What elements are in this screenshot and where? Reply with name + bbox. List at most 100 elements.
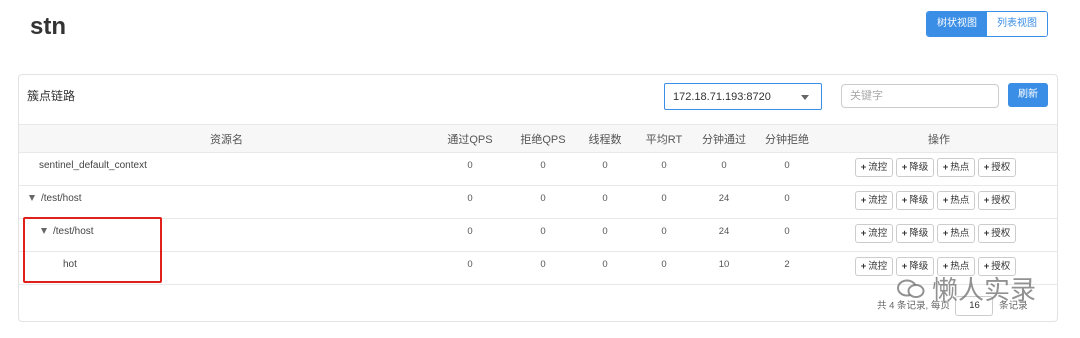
plus-icon: + — [942, 162, 949, 173]
pager-prefix: 共 4 条记录, 每页 — [877, 300, 950, 312]
pagination: 共 4 条记录, 每页 16 条记录 — [877, 296, 1028, 316]
table-row: /test/host 0 0 0 0 24 0 + 流控 + 降级 + 热点 + 授权 — [19, 185, 1057, 219]
flow-rule-button[interactable]: + 流控 — [855, 257, 893, 276]
hotspot-rule-button[interactable]: + 热点 — [937, 224, 975, 243]
list-view-button[interactable]: 列表视图 — [987, 12, 1047, 36]
plus-icon: + — [983, 195, 990, 206]
authority-label: 授权 — [991, 261, 1011, 272]
view-toggle: 树状视图 列表视图 — [926, 11, 1048, 37]
header-pass-qps: 通过QPS — [447, 134, 493, 146]
refresh-button[interactable]: 刷新 — [1008, 83, 1048, 107]
hotspot-rule-button[interactable]: + 热点 — [937, 158, 975, 177]
app-title: stn — [30, 13, 66, 40]
avg-rt: 0 — [661, 226, 667, 237]
flow-label: 流控 — [868, 261, 888, 272]
flow-rule-button[interactable]: + 流控 — [855, 191, 893, 210]
plus-icon: + — [942, 228, 949, 239]
machine-select[interactable]: 172.18.71.193:8720 — [664, 83, 822, 110]
row-actions: + 流控 + 降级 + 热点 + 授权 — [855, 158, 1016, 177]
row-actions: + 流控 + 降级 + 热点 + 授权 — [855, 191, 1016, 210]
avg-rt: 0 — [661, 160, 667, 171]
resource-name-wrap[interactable]: /test/host — [29, 193, 82, 204]
plus-icon: + — [901, 162, 908, 173]
pass-qps: 0 — [467, 259, 473, 270]
plus-icon: + — [942, 261, 949, 272]
plus-icon: + — [860, 195, 867, 206]
degrade-rule-button[interactable]: + 降级 — [896, 257, 934, 276]
authority-rule-button[interactable]: + 授权 — [978, 191, 1016, 210]
degrade-label: 降级 — [909, 228, 929, 239]
hotspot-label: 热点 — [950, 228, 970, 239]
row-actions: + 流控 + 降级 + 热点 + 授权 — [855, 257, 1016, 276]
avg-rt: 0 — [661, 259, 667, 270]
minute-block: 2 — [784, 259, 790, 270]
block-qps: 0 — [540, 160, 546, 171]
minute-pass: 10 — [718, 259, 730, 270]
minute-block: 0 — [784, 193, 790, 204]
caret-down-icon[interactable] — [29, 195, 35, 202]
threads: 0 — [602, 193, 608, 204]
block-qps: 0 — [540, 193, 546, 204]
authority-rule-button[interactable]: + 授权 — [978, 158, 1016, 177]
plus-icon: + — [901, 228, 908, 239]
plus-icon: + — [942, 195, 949, 206]
hotspot-rule-button[interactable]: + 热点 — [937, 257, 975, 276]
degrade-label: 降级 — [909, 261, 929, 272]
plus-icon: + — [860, 228, 867, 239]
header-minute-block: 分钟拒绝 — [765, 134, 809, 146]
plus-icon: + — [860, 261, 867, 272]
authority-label: 授权 — [991, 228, 1011, 239]
flow-label: 流控 — [868, 228, 888, 239]
tree-view-button[interactable]: 树状视图 — [927, 12, 987, 36]
pass-qps: 0 — [467, 160, 473, 171]
plus-icon: + — [901, 195, 908, 206]
minute-pass: 24 — [718, 226, 730, 237]
hotspot-label: 热点 — [950, 162, 970, 173]
search-input[interactable] — [841, 84, 999, 108]
authority-label: 授权 — [991, 162, 1011, 173]
avg-rt: 0 — [661, 193, 667, 204]
panel-title: 簇点链路 — [27, 89, 76, 103]
degrade-rule-button[interactable]: + 降级 — [896, 158, 934, 177]
degrade-rule-button[interactable]: + 降级 — [896, 191, 934, 210]
minute-pass: 24 — [718, 193, 730, 204]
degrade-label: 降级 — [909, 195, 929, 206]
flow-rule-button[interactable]: + 流控 — [855, 158, 893, 177]
authority-rule-button[interactable]: + 授权 — [978, 224, 1016, 243]
flow-label: 流控 — [868, 195, 888, 206]
pass-qps: 0 — [467, 193, 473, 204]
machine-select-value: 172.18.71.193:8720 — [673, 91, 771, 103]
threads: 0 — [602, 160, 608, 171]
resource-name: /test/host — [41, 193, 82, 204]
hotspot-label: 热点 — [950, 261, 970, 272]
plus-icon: + — [983, 261, 990, 272]
plus-icon: + — [860, 162, 867, 173]
header-avg-rt: 平均RT — [645, 134, 683, 146]
minute-pass: 0 — [721, 160, 727, 171]
plus-icon: + — [983, 228, 990, 239]
hotspot-label: 热点 — [950, 195, 970, 206]
authority-label: 授权 — [991, 195, 1011, 206]
pass-qps: 0 — [467, 226, 473, 237]
plus-icon: + — [983, 162, 990, 173]
degrade-rule-button[interactable]: + 降级 — [896, 224, 934, 243]
table-row: hot 0 0 0 0 10 2 + 流控 + 降级 + 热点 + 授权 — [19, 251, 1057, 285]
authority-rule-button[interactable]: + 授权 — [978, 257, 1016, 276]
hotspot-rule-button[interactable]: + 热点 — [937, 191, 975, 210]
header-minute-pass: 分钟通过 — [702, 134, 746, 146]
degrade-label: 降级 — [909, 162, 929, 173]
highlight-box — [23, 217, 162, 283]
page-size-input[interactable]: 16 — [955, 296, 994, 316]
resource-name: sentinel_default_context — [39, 160, 147, 171]
header-ops: 操作 — [928, 134, 950, 146]
minute-block: 0 — [784, 226, 790, 237]
block-qps: 0 — [540, 226, 546, 237]
flow-label: 流控 — [868, 162, 888, 173]
block-qps: 0 — [540, 259, 546, 270]
header-block-qps: 拒绝QPS — [520, 134, 566, 146]
header-resource: 资源名 — [210, 134, 243, 146]
table-row: sentinel_default_context 0 0 0 0 0 0 + 流控… — [19, 152, 1057, 186]
minute-block: 0 — [784, 160, 790, 171]
table-row: /test/host 0 0 0 0 24 0 + 流控 + 降级 + 热点 + 授权 — [19, 218, 1057, 252]
flow-rule-button[interactable]: + 流控 — [855, 224, 893, 243]
